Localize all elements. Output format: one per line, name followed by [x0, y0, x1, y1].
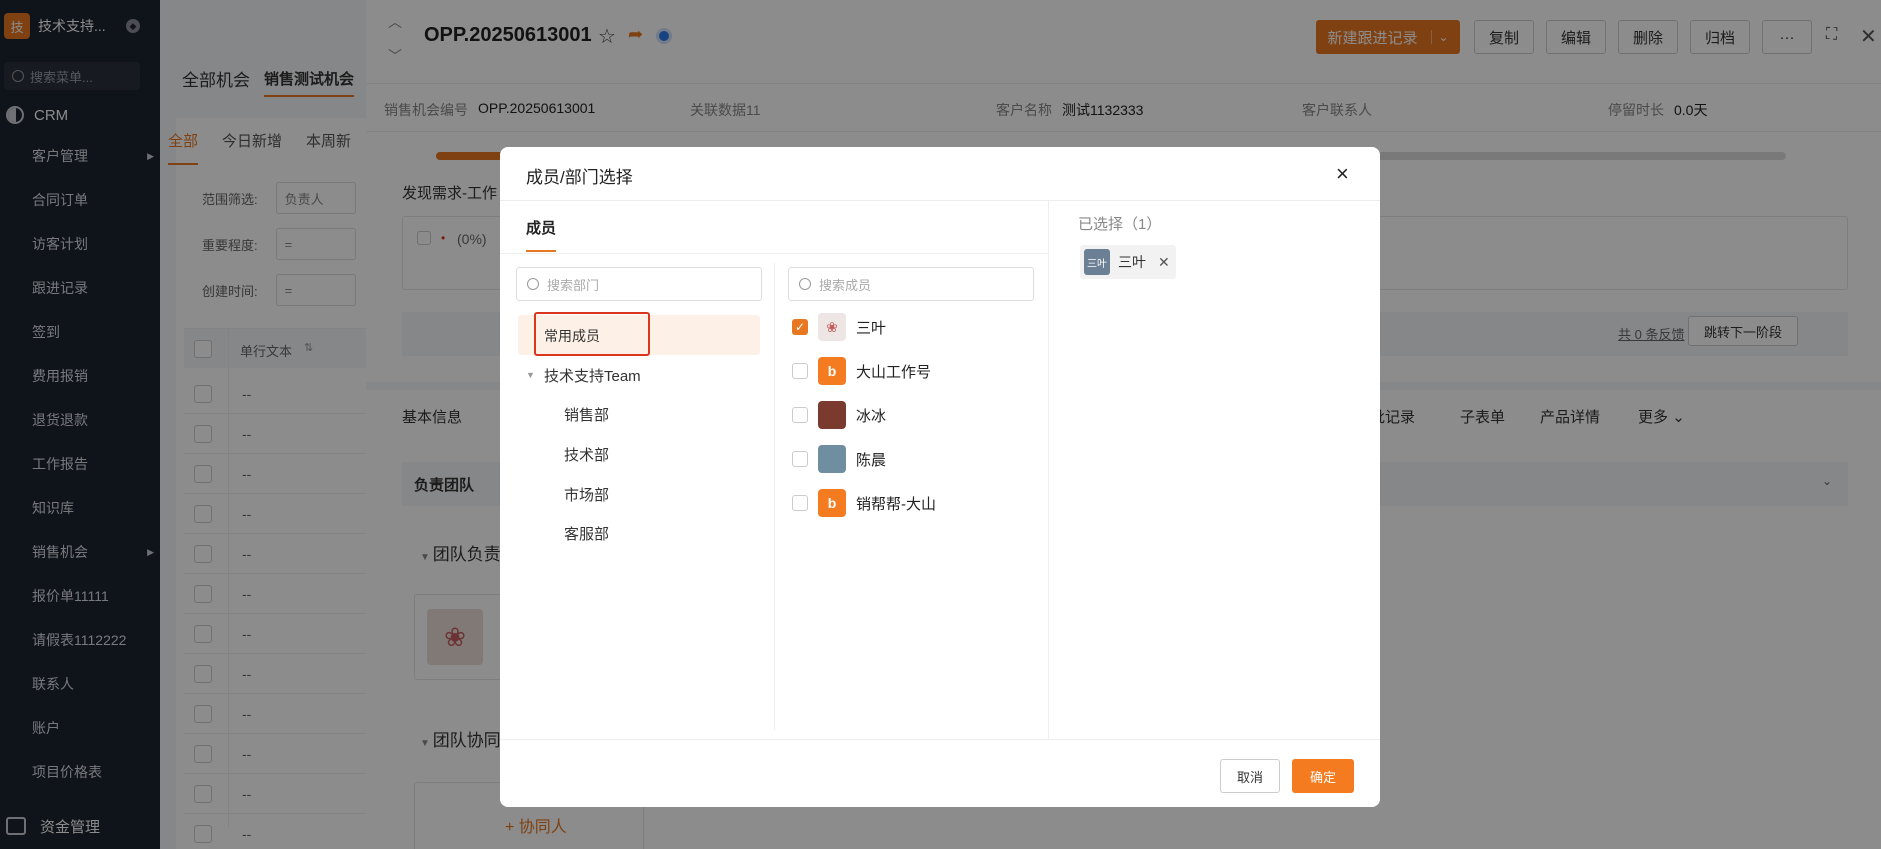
member-name: 三叶	[856, 319, 887, 337]
cancel-button[interactable]: 取消	[1220, 759, 1280, 793]
search-icon	[527, 278, 539, 290]
member-name: 陈晨	[856, 451, 887, 469]
member-row[interactable]: b 销帮帮-大山	[792, 483, 936, 523]
common-members-label[interactable]: 常用成员	[544, 326, 600, 346]
divider	[1048, 201, 1049, 739]
selected-chip: 三叶 三叶 ✕	[1080, 245, 1176, 279]
member-checkbox[interactable]	[792, 407, 808, 423]
divider	[500, 739, 1380, 740]
search-icon	[799, 278, 811, 290]
tab-members[interactable]: 成员	[526, 217, 557, 252]
photo-avatar-icon	[818, 401, 846, 429]
confirm-button[interactable]: 确定	[1292, 759, 1354, 793]
member-search-placeholder: 搜索成员	[819, 277, 872, 293]
photo-avatar-icon	[818, 445, 846, 473]
member-checkbox[interactable]	[792, 451, 808, 467]
member-row[interactable]: 冰冰	[792, 395, 886, 435]
member-name: 大山工作号	[856, 363, 932, 381]
member-row[interactable]: b 大山工作号	[792, 351, 931, 391]
dept-search-placeholder: 搜索部门	[547, 277, 600, 293]
selected-avatar: 三叶	[1084, 249, 1110, 275]
app-root: 技 技术支持... ◆ 搜索菜单... CRM 客户管理 ▶ 合同订单 访客计划 …	[0, 0, 1881, 849]
member-checkbox[interactable]	[792, 495, 808, 511]
tree-team[interactable]: 技术支持Team	[544, 365, 641, 386]
member-select-dialog: 成员/部门选择 × 成员 搜索部门 常用成员 ▼ 技术支持Team 销售部 技术…	[500, 147, 1380, 807]
member-checkbox[interactable]	[792, 363, 808, 379]
tree-dept-tech[interactable]: 技术部	[564, 444, 609, 465]
member-row[interactable]: ✓ ❀ 三叶	[792, 307, 886, 347]
b-logo-icon: b	[818, 357, 846, 385]
member-checkbox[interactable]: ✓	[792, 319, 808, 335]
selected-count: 已选择（1）	[1078, 216, 1162, 233]
divider	[500, 253, 1048, 254]
remove-icon[interactable]: ✕	[1158, 254, 1170, 271]
tree-dept-service[interactable]: 客服部	[564, 523, 609, 544]
member-search-input[interactable]: 搜索成员	[788, 267, 1034, 301]
caret-down-icon[interactable]: ▼	[526, 370, 535, 380]
divider	[500, 200, 1380, 201]
selected-name: 三叶	[1118, 254, 1146, 270]
close-icon[interactable]: ×	[1336, 161, 1349, 187]
b-logo-icon: b	[818, 489, 846, 517]
member-name: 冰冰	[856, 407, 887, 425]
dept-search-input[interactable]: 搜索部门	[516, 267, 762, 301]
tree-dept-sales[interactable]: 销售部	[564, 404, 609, 425]
divider	[774, 263, 775, 730]
rose-avatar-icon: ❀	[818, 313, 846, 341]
member-row[interactable]: 陈晨	[792, 439, 886, 479]
member-name: 销帮帮-大山	[856, 495, 936, 513]
dialog-title: 成员/部门选择	[526, 168, 633, 187]
tree-dept-market[interactable]: 市场部	[564, 484, 609, 505]
